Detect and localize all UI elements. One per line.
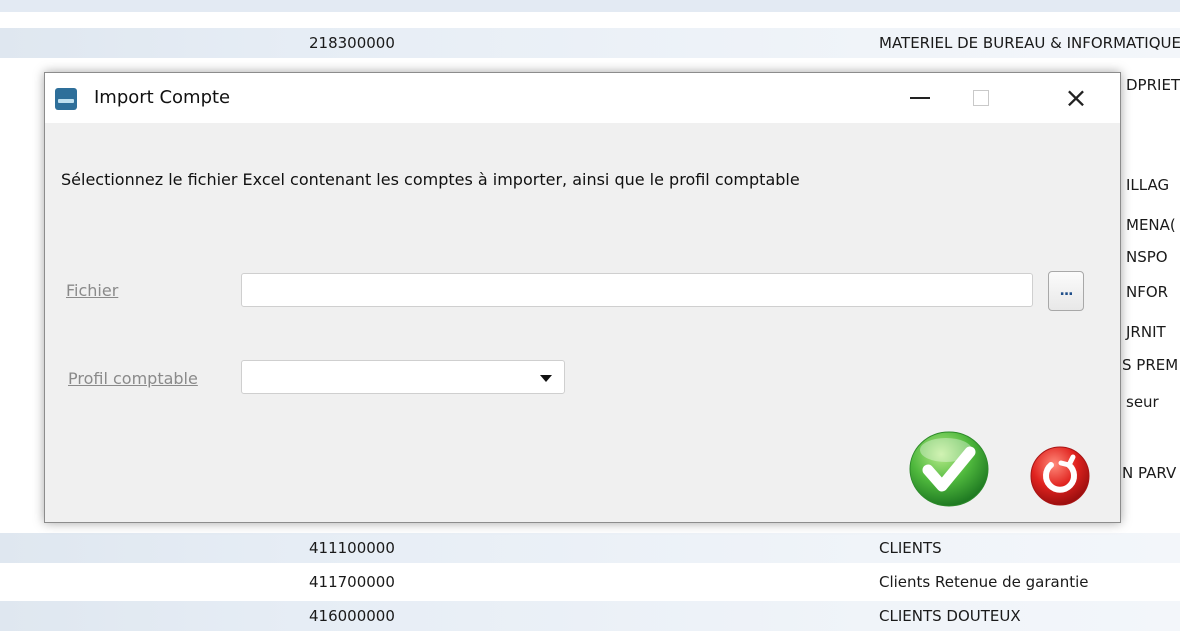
- dialog-title: Import Compte: [94, 87, 231, 108]
- checkmark-icon: [909, 431, 989, 507]
- account-label-fragment: ILLAG: [1126, 176, 1170, 194]
- background-top-row: [0, 0, 1180, 12]
- dialog-titlebar[interactable]: Import Compte ×: [45, 73, 1120, 123]
- account-code: 218300000: [309, 34, 395, 52]
- app-icon: [55, 88, 77, 110]
- table-row[interactable]: 218300000 MATERIEL DE BUREAU & INFORMATI…: [0, 28, 1180, 58]
- browse-button[interactable]: ...: [1048, 271, 1084, 311]
- profile-label[interactable]: Profil comptable: [68, 369, 198, 388]
- minimize-icon: [910, 97, 930, 99]
- account-label: MATERIEL DE BUREAU & INFORMATIQUE: [879, 34, 1180, 52]
- account-label: CLIENTS: [879, 539, 942, 557]
- account-label-fragment: S PREM: [1122, 356, 1179, 374]
- account-label-fragment: MENA(: [1126, 216, 1176, 234]
- file-input[interactable]: [241, 273, 1033, 307]
- account-label-fragment: N PARV: [1122, 464, 1177, 482]
- file-label[interactable]: Fichier: [66, 281, 118, 300]
- account-label-fragment: NSPO: [1126, 248, 1168, 266]
- table-row[interactable]: 411700000 Clients Retenue de garantie: [0, 567, 1180, 597]
- cancel-button[interactable]: [1029, 445, 1091, 507]
- close-icon: ×: [1064, 81, 1088, 114]
- minimize-button[interactable]: [897, 77, 943, 119]
- import-compte-dialog: Import Compte × Sélectionnez le fichier …: [44, 72, 1121, 523]
- profile-select[interactable]: [241, 360, 565, 394]
- table-row[interactable]: 411100000 CLIENTS: [0, 533, 1180, 563]
- account-label-fragment: seur: [1126, 393, 1159, 411]
- account-label: Clients Retenue de garantie: [879, 573, 1089, 591]
- chevron-down-icon: [540, 375, 552, 382]
- account-label-fragment: NFOR: [1126, 283, 1169, 301]
- power-cancel-icon: [1030, 446, 1090, 506]
- account-label-fragment: DPRIET: [1126, 76, 1180, 94]
- table-row[interactable]: 416000000 CLIENTS DOUTEUX: [0, 601, 1180, 631]
- account-label-fragment: JRNIT: [1126, 323, 1166, 341]
- maximize-icon: [973, 90, 989, 106]
- instruction-text: Sélectionnez le fichier Excel contenant …: [61, 170, 800, 189]
- account-label: CLIENTS DOUTEUX: [879, 607, 1021, 625]
- account-code: 411100000: [309, 539, 395, 557]
- ok-button[interactable]: [908, 430, 990, 508]
- maximize-button[interactable]: [958, 77, 1004, 119]
- account-code: 411700000: [309, 573, 395, 591]
- account-code: 416000000: [309, 607, 395, 625]
- close-button[interactable]: ×: [1053, 77, 1099, 119]
